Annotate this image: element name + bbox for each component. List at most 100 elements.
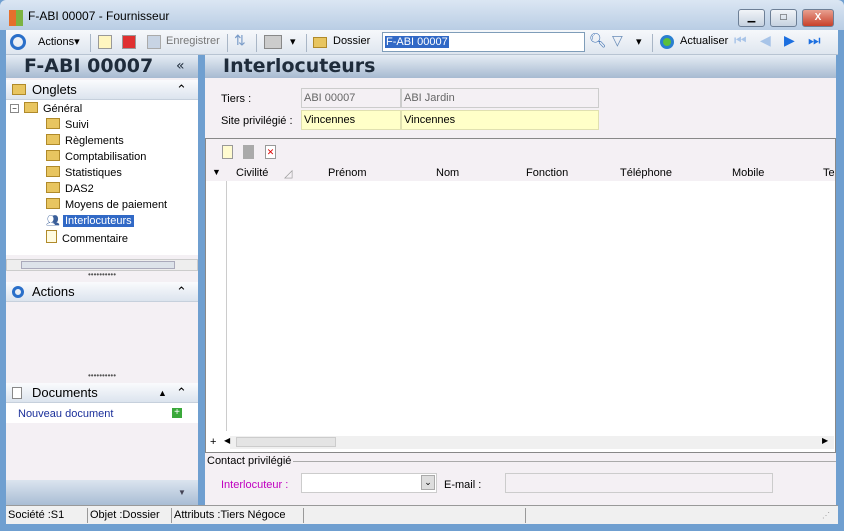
folder-icon [24,102,38,113]
site-name-field[interactable]: Vincennes [401,110,599,130]
tree-item-label: Suivi [65,119,89,131]
chevron-down-icon[interactable]: ▼ [178,488,186,497]
filter-icon[interactable]: ▽ [612,32,623,49]
search-icon[interactable]: 🔍︎ [589,32,607,49]
contact-group-label: Contact privilégié [207,455,292,467]
record-title: F-ABI 00007 « [6,55,198,78]
tiers-name-field[interactable]: ABI Jardin [401,88,599,108]
print-dropdown-icon[interactable]: ▾ [290,35,296,48]
close-button[interactable]: X [802,9,834,27]
column-header-prenom[interactable]: Prénom [328,167,367,179]
divider [293,461,836,462]
collapse-icon[interactable]: ⌃ [176,282,187,302]
previous-record-icon[interactable]: ◀ [760,32,771,49]
folder-icon [46,134,60,145]
email-field[interactable] [505,473,773,493]
title-bar: F-ABI 00007 - Fournisseur ▁ □ X [0,0,844,30]
new-row-icon[interactable] [222,145,233,159]
contacts-icon: 👥︎ [46,215,60,227]
folder-icon [46,150,60,161]
sync-icon[interactable]: ⇅ [234,32,246,49]
status-societe: Société :S1 [6,508,88,523]
tree-item-commentaire[interactable]: Commentaire [46,230,128,245]
folder-icon [46,118,60,129]
scrollbar-thumb[interactable] [21,261,175,269]
column-header-nom[interactable]: Nom [436,167,459,179]
column-header-fonction[interactable]: Fonction [526,167,568,179]
grid-horizontal-scrollbar[interactable]: + ◀ ▶ [210,436,834,449]
new-icon[interactable] [98,35,112,49]
splitter-handle[interactable]: •••••••••• [6,372,198,383]
add-row-icon[interactable]: + [210,436,216,448]
first-record-icon[interactable]: ⏮ [734,32,747,49]
print-icon[interactable] [264,35,282,49]
collapse-panel-button[interactable]: « [176,55,185,78]
actions-menu[interactable]: Actions▾ [38,35,80,48]
new-document-link[interactable]: Nouveau document [18,408,113,420]
add-icon[interactable]: + [172,408,182,418]
toolbar: Actions▾ Enregistrer ⇅ ▾ Dossier F-ABI 0… [6,30,838,55]
scroll-right-icon[interactable]: ▶ [822,436,828,445]
tree-item-das2[interactable]: DAS2 [46,182,94,195]
column-header-mobile[interactable]: Mobile [732,167,764,179]
delete-icon[interactable] [122,35,136,49]
scroll-left-icon[interactable]: ◀ [224,436,230,445]
tree-item-general[interactable]: Général [24,102,82,115]
next-record-icon[interactable]: ▶ [784,32,795,49]
folder-icon [46,166,60,177]
tree-item-suivi[interactable]: Suivi [46,118,89,131]
status-objet: Objet :Dossier [88,508,172,523]
tiers-code-field[interactable]: ABI 00007 [301,88,401,108]
left-panel: F-ABI 00007 « Onglets ⌃ − Général Suivi Rè… [6,55,198,505]
sort-ascending-icon: ◿ [284,168,293,180]
refresh-button[interactable]: Actualiser [680,35,728,47]
folder-icon [46,198,60,209]
tree-item-comptabilisation[interactable]: Comptabilisation [46,150,146,163]
folder-icon [46,182,60,193]
column-chooser-icon[interactable]: ▼ [212,167,221,177]
save-button[interactable]: Enregistrer [166,35,220,47]
tree-item-statistiques[interactable]: Statistiques [46,166,122,179]
column-header-civilite[interactable]: Civilité [236,167,268,179]
interlocuteur-select[interactable] [301,473,437,493]
edit-row-icon[interactable] [243,145,254,159]
tree-item-label: Moyens de paiement [65,199,168,211]
search-input[interactable]: F-ABI 00007 [382,32,585,52]
actions-section-header[interactable]: Actions ⌃ [6,282,198,302]
dossier-button[interactable]: Dossier [333,35,370,47]
save-icon[interactable] [147,35,161,49]
site-code-field[interactable]: Vincennes [301,110,401,130]
splitter-handle[interactable]: •••••••••• [6,271,198,282]
documents-section-header[interactable]: Documents ▲ ⌃ [6,383,198,403]
tree-item-label: DAS2 [65,183,94,195]
tree-item-label: Statistiques [65,167,122,179]
documents-content: Nouveau document + [6,403,198,423]
tree-collapse-toggle[interactable]: − [10,104,19,113]
tree-item-reglements[interactable]: Règlements [46,134,124,147]
maximize-button[interactable]: □ [770,9,797,27]
minimize-button[interactable]: ▁ [738,9,765,27]
scroll-up-icon[interactable]: ▲ [158,383,167,403]
tree-item-interlocuteurs[interactable]: 👥︎ Interlocuteurs [46,214,134,227]
resize-grip-icon[interactable]: ⋰ [820,508,830,523]
last-record-icon[interactable]: ⏭ [808,32,821,49]
actions-icon [10,34,26,50]
collapse-icon[interactable]: ⌃ [176,80,187,100]
column-header-telephone[interactable]: Téléphone [620,167,672,179]
divider [256,34,257,52]
filter-dropdown-icon[interactable]: ▾ [636,35,642,48]
contacts-grid: ✕ ▼ Civilité ◿ Prénom Nom Fonction Télép… [205,138,836,453]
onglets-section-header[interactable]: Onglets ⌃ [6,80,198,100]
collapse-icon[interactable]: ⌃ [176,383,187,403]
divider [306,34,307,52]
scrollbar-thumb[interactable] [236,437,336,447]
sections-overflow-bar[interactable]: ▼ [6,480,198,505]
delete-row-icon[interactable]: ✕ [265,145,276,159]
tree-item-moyens-de-paiement[interactable]: Moyens de paiement [46,198,167,211]
column-header-te[interactable]: Te [823,167,835,179]
divider [227,34,228,52]
tree-item-label: Comptabilisation [65,151,147,163]
onglets-label: Onglets [32,82,77,97]
tree-horizontal-scrollbar[interactable] [6,259,198,271]
chevron-down-icon[interactable]: ⌄ [421,475,435,490]
